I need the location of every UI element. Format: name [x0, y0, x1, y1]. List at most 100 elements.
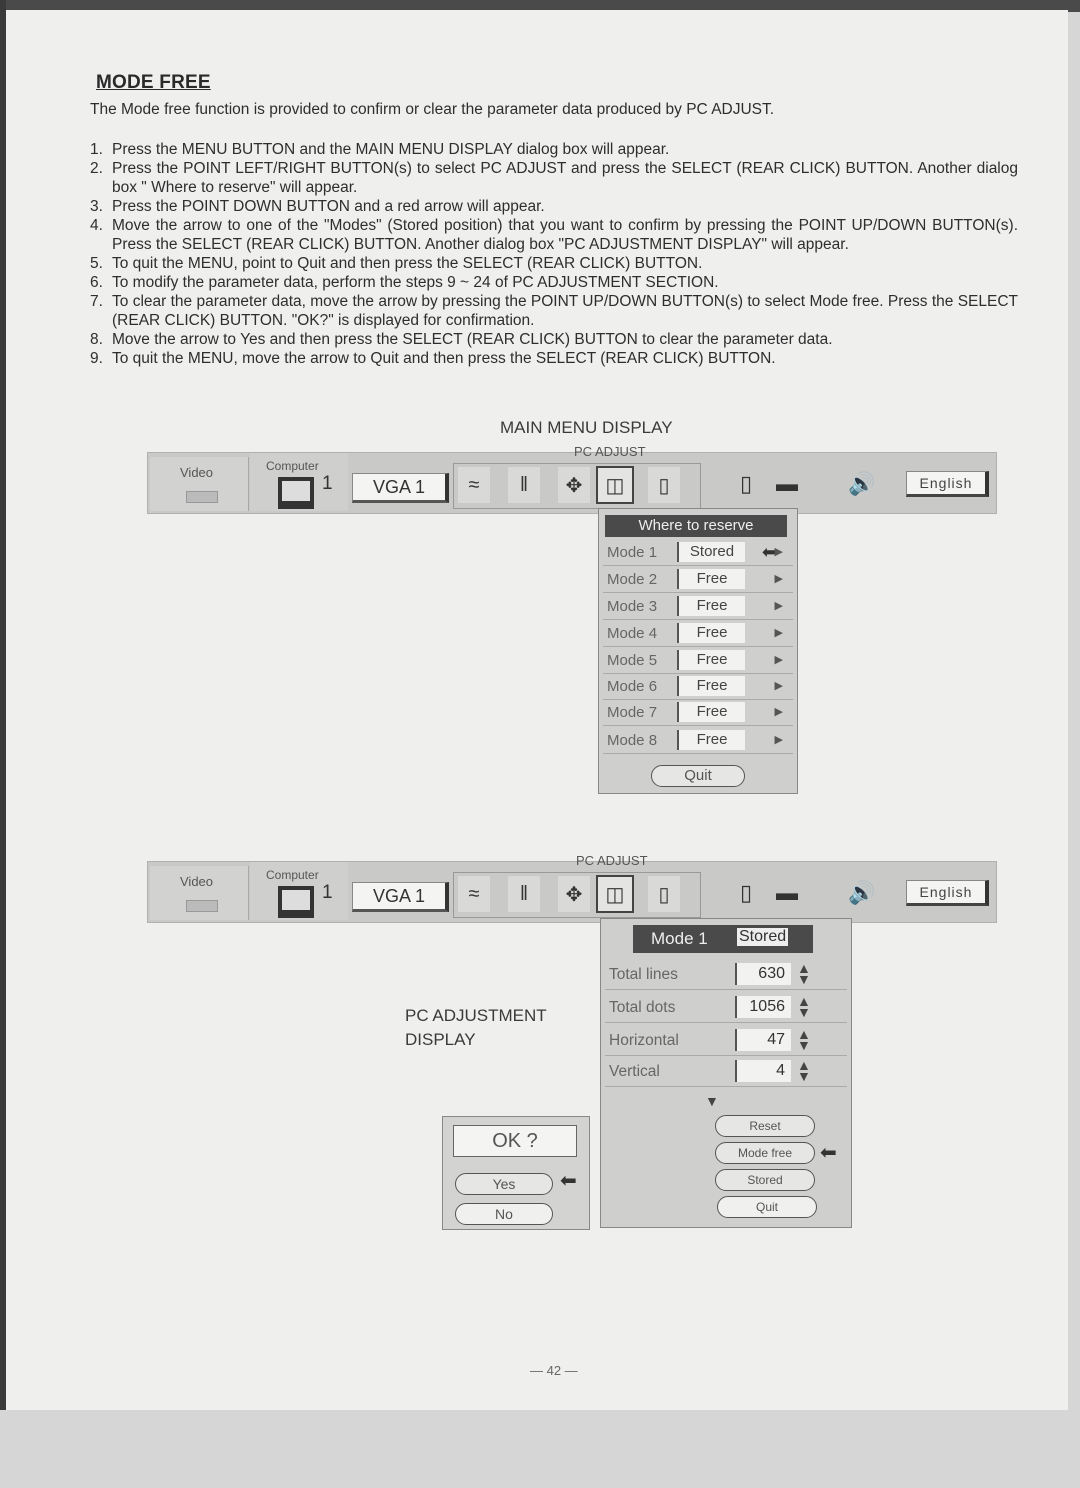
param-value: 47: [735, 1029, 791, 1051]
vcr-icon: [186, 900, 218, 912]
step-item: 5. To quit the MENU, point to Quit and th…: [90, 254, 1018, 273]
step-text: Press the MENU BUTTON and the MAIN MENU …: [112, 141, 670, 158]
tab-video-label: Video: [180, 465, 214, 480]
position-icon[interactable]: ✥: [558, 876, 590, 912]
reset-button[interactable]: Reset: [715, 1115, 815, 1137]
step-item: 3. Press the POINT DOWN BUTTON and a red …: [90, 197, 1018, 216]
speaker-icon[interactable]: 🔊: [848, 471, 875, 497]
mode-status: Free: [677, 596, 745, 616]
mode-status: Free: [677, 676, 745, 696]
main-menu-bar: PC ADJUST Video Computer 1 VGA 1 ≈ ‖ ✥ ◫…: [147, 444, 997, 514]
mode-status: Free: [677, 702, 745, 722]
mode-row[interactable]: Mode 8 Free ▶: [603, 729, 793, 754]
projector-icon[interactable]: ▬: [776, 880, 798, 906]
step-number: 9.: [90, 350, 103, 367]
step-text: Press the POINT DOWN BUTTON and a red ar…: [112, 198, 545, 215]
yes-button[interactable]: Yes: [455, 1173, 553, 1195]
triangle-right-icon: ▶: [774, 706, 783, 718]
mode-row[interactable]: Mode 7 Free ▶: [603, 701, 793, 726]
mode-status: Stored: [737, 928, 789, 946]
step-number: 3.: [90, 198, 103, 215]
param-label: Total lines: [609, 966, 678, 983]
total-dots-icon[interactable]: ‖: [508, 876, 540, 912]
tab-computer-label: Computer: [266, 868, 319, 882]
keystone-icon[interactable]: ▯: [648, 876, 680, 912]
tab-computer[interactable]: Computer 1: [250, 453, 348, 511]
up-down-icon[interactable]: ▲ ▼: [797, 1027, 811, 1052]
quit-button[interactable]: Quit: [717, 1196, 817, 1218]
computer-number: 1: [322, 882, 333, 903]
param-row[interactable]: Total lines 630 ▲ ▼: [605, 959, 847, 990]
mode-row[interactable]: Mode 1 Stored ⬅ ▶: [603, 541, 793, 566]
language-button[interactable]: English: [906, 471, 989, 497]
tab-computer-label: Computer: [266, 459, 319, 473]
no-button[interactable]: No: [455, 1203, 553, 1225]
total-dots-icon[interactable]: ‖: [508, 467, 540, 503]
param-row[interactable]: Total dots 1056 ▲ ▼: [605, 992, 847, 1023]
figure2-caption-line2: DISPLAY: [405, 1030, 476, 1049]
param-row[interactable]: Vertical 4 ▲ ▼: [605, 1056, 847, 1087]
dialog-header: Mode 1 Stored: [633, 925, 813, 953]
language-button[interactable]: English: [906, 880, 989, 906]
pc-adjust-icon[interactable]: ◫: [596, 875, 634, 913]
laptop-icon: [278, 886, 314, 918]
page-number: — 42 —: [530, 1363, 578, 1378]
mode-row[interactable]: Mode 6 Free ▶: [603, 675, 793, 700]
param-value: 4: [735, 1060, 791, 1082]
pc-adjust-label: PC ADJUST: [576, 853, 648, 868]
mode-free-button[interactable]: Mode free: [715, 1142, 815, 1164]
computer-number: 1: [322, 473, 333, 494]
triangle-right-icon: ▶: [774, 680, 783, 692]
mode-row[interactable]: Mode 3 Free ▶: [603, 595, 793, 620]
pc-adjustment-dialog: Mode 1 Stored Total lines 630 ▲ ▼ Total d…: [600, 918, 852, 1228]
tab-computer[interactable]: Computer 1: [250, 862, 348, 920]
steps-list: 1. Press the MENU BUTTON and the MAIN MEN…: [90, 140, 1018, 368]
image-keystone-icon[interactable]: ▯: [740, 471, 752, 497]
triangle-right-icon: ▶: [774, 600, 783, 612]
mode-label: Mode 1: [651, 929, 708, 948]
intro-text: The Mode free function is provided to co…: [90, 101, 775, 118]
triangle-right-icon: ▶: [774, 546, 783, 558]
step-text: Move the arrow to one of the "Modes" (St…: [112, 217, 1018, 253]
mode-status: Free: [677, 730, 745, 750]
mode-row[interactable]: Mode 2 Free ▶: [603, 568, 793, 593]
mode-label: Mode 4: [607, 625, 658, 642]
step-number: 1.: [90, 141, 103, 158]
vcr-icon: [186, 491, 218, 503]
mode-row[interactable]: Mode 4 Free ▶: [603, 622, 793, 647]
tab-video[interactable]: Video: [150, 866, 249, 920]
quit-button[interactable]: Quit: [651, 765, 745, 787]
step-item: 7. To clear the parameter data, move the …: [90, 292, 1018, 330]
mode-status: Stored: [677, 542, 745, 562]
up-down-icon[interactable]: ▲ ▼: [797, 994, 811, 1019]
triangle-right-icon: ▶: [774, 573, 783, 585]
triangle-right-icon: ▶: [774, 654, 783, 666]
up-down-icon[interactable]: ▲ ▼: [797, 961, 811, 986]
param-row[interactable]: Horizontal 47 ▲ ▼: [605, 1025, 847, 1056]
fine-sync-icon[interactable]: ≈: [458, 467, 490, 503]
section-title: MODE FREE: [96, 72, 211, 93]
param-label: Horizontal: [609, 1032, 679, 1049]
fine-sync-icon[interactable]: ≈: [458, 876, 490, 912]
source-selector[interactable]: VGA 1: [352, 882, 449, 912]
triangle-right-icon: ▶: [774, 627, 783, 639]
step-item: 9. To quit the MENU, move the arrow to Qu…: [90, 349, 1018, 368]
step-number: 8.: [90, 331, 103, 348]
image-keystone-icon[interactable]: ▯: [740, 880, 752, 906]
keystone-icon[interactable]: ▯: [648, 467, 680, 503]
position-icon[interactable]: ✥: [558, 467, 590, 503]
tab-video[interactable]: Video: [150, 457, 249, 511]
step-text: Move the arrow to Yes and then press the…: [112, 331, 833, 348]
mode-row[interactable]: Mode 5 Free ▶: [603, 649, 793, 674]
pc-adjust-icon[interactable]: ◫: [596, 466, 634, 504]
scroll-down-icon[interactable]: ▼: [705, 1093, 719, 1109]
up-down-icon[interactable]: ▲ ▼: [797, 1058, 811, 1083]
stored-button[interactable]: Stored: [715, 1169, 815, 1191]
param-label: Total dots: [609, 999, 676, 1016]
step-number: 2.: [90, 160, 103, 177]
source-selector[interactable]: VGA 1: [352, 473, 449, 503]
step-text: Press the POINT LEFT/RIGHT BUTTON(s) to …: [112, 160, 1018, 196]
projector-icon[interactable]: ▬: [776, 471, 798, 497]
speaker-icon[interactable]: 🔊: [848, 880, 875, 906]
param-label: Vertical: [609, 1063, 660, 1080]
